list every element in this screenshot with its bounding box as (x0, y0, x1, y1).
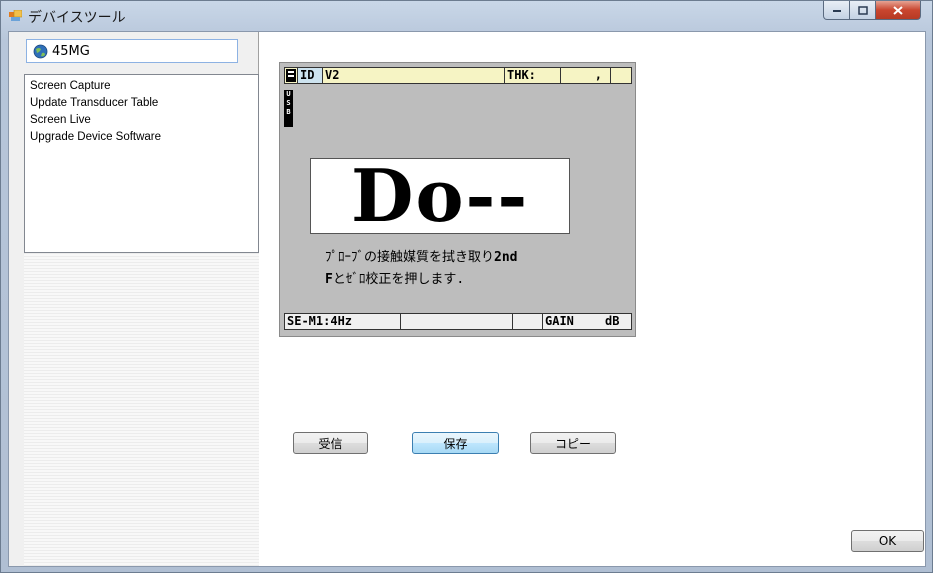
lcd-message-line1: ﾌﾟﾛｰﾌﾞの接触媒質を拭き取り (325, 250, 495, 265)
lcd-status-bar: ID V2 THK: , (284, 67, 632, 84)
lcd-thk-value: , (561, 68, 611, 83)
save-button[interactable]: 保存 (412, 432, 499, 454)
lcd-message-line2: とｾﾞﾛ校正を押します. (332, 272, 465, 287)
lcd-gain-unit: dB (605, 314, 620, 328)
list-item-screen-live[interactable]: Screen Live (30, 112, 258, 129)
maximize-icon (857, 5, 868, 15)
lcd-gain-label: GAIN (545, 314, 574, 328)
lcd-reading: Do-- (351, 153, 530, 238)
copy-button[interactable]: コピー (530, 432, 616, 454)
minimize-button[interactable] (823, 1, 850, 20)
device-label: 45MG (52, 43, 90, 59)
lcd-thk-label: THK: (505, 68, 561, 83)
usb-icon: USB (284, 90, 293, 127)
close-button[interactable] (875, 1, 921, 20)
empty-panel (24, 253, 259, 566)
lcd-mode: SE-M1:4Hz (285, 314, 401, 329)
captured-screen-image: ID V2 THK: , USB Do-- ﾌﾟﾛｰﾌﾞの接触媒質を拭き取り2n… (279, 62, 636, 337)
client-area: 45MG Screen Capture Update Transducer Ta… (8, 31, 926, 567)
device-tool-window: デバイスツール 45MG Screen Capture Update Trans… (0, 0, 933, 573)
left-pane: 45MG Screen Capture Update Transducer Ta… (9, 32, 259, 566)
close-icon (893, 5, 903, 15)
ok-button[interactable]: OK (851, 530, 924, 552)
lcd-message: ﾌﾟﾛｰﾌﾞの接触媒質を拭き取り2nd Fとｾﾞﾛ校正を押します. (325, 247, 518, 291)
title-bar[interactable]: デバイスツール (1, 1, 932, 31)
minimize-icon (832, 10, 841, 12)
lcd-bottom-blank-1 (401, 314, 513, 329)
list-item-screen-capture[interactable]: Screen Capture (30, 78, 258, 95)
tool-list[interactable]: Screen Capture Update Transducer Table S… (24, 74, 259, 253)
lcd-id-label: ID (298, 68, 323, 83)
device-globe-icon (33, 44, 48, 58)
lcd-bottom-bar: SE-M1:4Hz GAIN dB (284, 313, 632, 330)
list-item-upgrade-device-software[interactable]: Upgrade Device Software (30, 129, 258, 146)
lcd-bottom-blank-2 (513, 314, 543, 329)
window-title: デバイスツール (28, 10, 126, 26)
lcd-message-key-2nd: 2nd (494, 250, 518, 265)
receive-button[interactable]: 受信 (293, 432, 368, 454)
lcd-file-name: V2 (323, 68, 505, 83)
maximize-button[interactable] (849, 1, 876, 20)
device-selector[interactable]: 45MG (26, 39, 238, 63)
list-item-update-transducer-table[interactable]: Update Transducer Table (30, 95, 258, 112)
lcd-reading-box: Do-- (310, 153, 570, 238)
app-icon (9, 10, 22, 21)
lcd-message-key-f: F (325, 272, 333, 287)
lcd-file-icon (285, 68, 298, 83)
lcd-top-blank (611, 68, 631, 83)
